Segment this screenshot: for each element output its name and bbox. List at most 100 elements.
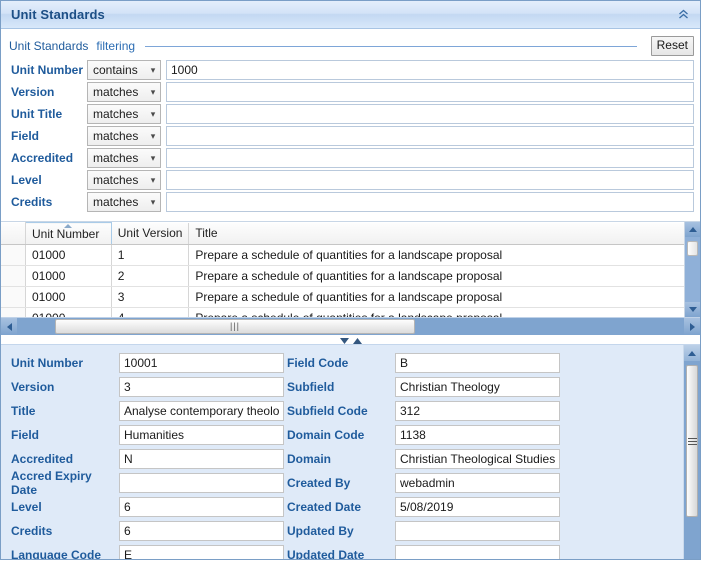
detail-input-unit-number[interactable] [119, 353, 284, 373]
filter-mode-label: filtering [96, 39, 135, 53]
filter-operator-field[interactable]: matches ▾ [87, 126, 161, 146]
filter-label-unit-title: Unit Title [9, 107, 87, 121]
filter-divider-rule [145, 46, 637, 47]
detail-input-field-code[interactable] [395, 353, 560, 373]
detail-label-domain: Domain [285, 452, 395, 466]
triangle-left-icon [7, 323, 12, 331]
results-grid-viewport: Unit Number Unit Version Title 01000 [1, 222, 684, 317]
detail-input-title[interactable] [119, 401, 284, 421]
column-header-unit-number[interactable]: Unit Number [26, 223, 112, 245]
detail-row-updated-date: Updated Date [285, 543, 553, 560]
filter-operator-unit-title[interactable]: matches ▾ [87, 104, 161, 124]
detail-input-level[interactable] [119, 497, 284, 517]
detail-input-accredited[interactable] [119, 449, 284, 469]
detail-input-language-code[interactable] [119, 545, 284, 560]
grid-scroll-track[interactable] [685, 237, 700, 302]
table-row[interactable]: 01000 1 Prepare a schedule of quantities… [1, 245, 684, 266]
filter-input-accredited[interactable] [166, 148, 694, 168]
detail-label-unit-number: Unit Number [9, 356, 119, 370]
column-header-label: Unit Number [32, 227, 99, 241]
filter-operator-accredited[interactable]: matches ▾ [87, 148, 161, 168]
table-row[interactable]: 01000 4 Prepare a schedule of quantities… [1, 308, 684, 318]
filter-operator-value: matches [93, 195, 146, 209]
filter-input-level[interactable] [166, 170, 694, 190]
sort-ascending-icon [64, 224, 72, 228]
detail-scroll-track[interactable] [684, 361, 700, 560]
row-selector-cell[interactable] [1, 287, 26, 308]
scroll-up-button[interactable] [685, 222, 700, 237]
table-row[interactable]: 01000 2 Prepare a schedule of quantities… [1, 266, 684, 287]
filter-input-unit-title[interactable] [166, 104, 694, 124]
row-selector-cell[interactable] [1, 266, 26, 287]
panel-splitter[interactable] [1, 335, 700, 344]
filter-label-credits: Credits [9, 195, 87, 209]
grid-scroll-thumb[interactable] [687, 241, 698, 256]
chevron-down-icon: ▾ [146, 176, 160, 185]
filter-operator-version[interactable]: matches ▾ [87, 82, 161, 102]
chevron-down-icon: ▾ [146, 66, 160, 75]
column-header-title[interactable]: Title [189, 223, 684, 245]
detail-label-created-date: Created Date [285, 500, 395, 514]
grid-hscroll-track[interactable]: ||| [17, 318, 684, 335]
detail-label-language-code: Language Code [9, 548, 119, 560]
detail-vertical-scrollbar[interactable] [683, 345, 700, 560]
cell-unit-number: 01000 [26, 308, 112, 318]
detail-input-subfield[interactable] [395, 377, 560, 397]
results-table: Unit Number Unit Version Title 01000 [1, 222, 684, 317]
detail-input-updated-by[interactable] [395, 521, 560, 541]
detail-input-updated-date[interactable] [395, 545, 560, 560]
results-grid: Unit Number Unit Version Title 01000 [1, 221, 700, 317]
table-row[interactable]: 01000 3 Prepare a schedule of quantities… [1, 287, 684, 308]
detail-input-version[interactable] [119, 377, 284, 397]
row-selector-cell[interactable] [1, 245, 26, 266]
filter-operator-unit-number[interactable]: contains ▾ [87, 60, 161, 80]
detail-input-subfield-code[interactable] [395, 401, 560, 421]
detail-input-created-by[interactable] [395, 473, 560, 493]
detail-form-body: Unit Number Version Title Field Accredit… [1, 345, 683, 560]
filter-input-unit-number[interactable] [166, 60, 694, 80]
triangle-down-icon [689, 307, 697, 312]
detail-label-accredited: Accredited [9, 452, 119, 466]
detail-input-created-date[interactable] [395, 497, 560, 517]
filter-input-version[interactable] [166, 82, 694, 102]
filter-input-field[interactable] [166, 126, 694, 146]
chevron-double-up-icon[interactable] [674, 6, 692, 24]
detail-input-accred-expiry-date[interactable] [119, 473, 284, 493]
cell-title: Prepare a schedule of quantities for a l… [189, 245, 684, 266]
chevron-down-icon: ▾ [146, 110, 160, 119]
detail-label-updated-by: Updated By [285, 524, 395, 538]
detail-input-domain-code[interactable] [395, 425, 560, 445]
detail-scroll-thumb[interactable] [686, 365, 698, 517]
filter-label-unit-number: Unit Number [9, 63, 87, 77]
reset-button[interactable]: Reset [651, 36, 694, 56]
row-selector-cell[interactable] [1, 308, 26, 318]
cell-unit-version: 3 [111, 287, 189, 308]
detail-input-domain[interactable] [395, 449, 560, 469]
column-header-unit-version[interactable]: Unit Version [111, 223, 189, 245]
detail-row-domain: Domain [285, 447, 553, 471]
chevron-down-icon: ▾ [146, 88, 160, 97]
filter-operator-level[interactable]: matches ▾ [87, 170, 161, 190]
grid-vertical-scrollbar[interactable] [684, 222, 700, 317]
detail-input-credits[interactable] [119, 521, 284, 541]
triangle-up-icon [689, 227, 697, 232]
filter-row-unit-number: Unit Number contains ▾ [9, 59, 694, 81]
filter-label-level: Level [9, 173, 87, 187]
scroll-down-button[interactable] [685, 302, 700, 317]
scroll-up-button[interactable] [684, 345, 700, 361]
detail-row-created-date: Created Date [285, 495, 553, 519]
detail-form: Unit Number Version Title Field Accredit… [1, 344, 700, 560]
grid-hscroll-thumb[interactable]: ||| [55, 319, 415, 334]
filter-operator-value: matches [93, 129, 146, 143]
scroll-right-button[interactable] [684, 318, 700, 335]
filter-label-field: Field [9, 129, 87, 143]
filter-input-credits[interactable] [166, 192, 694, 212]
detail-input-field[interactable] [119, 425, 284, 445]
filter-panel: Unit Standards filtering Reset Unit Numb… [1, 29, 700, 217]
scroll-left-button[interactable] [1, 318, 17, 335]
grid-horizontal-scrollbar[interactable]: ||| [1, 317, 700, 335]
filter-operator-credits[interactable]: matches ▾ [87, 192, 161, 212]
detail-label-subfield: Subfield [285, 380, 395, 394]
filter-operator-value: matches [93, 151, 146, 165]
filter-rows: Unit Number contains ▾ Version matches ▾… [9, 59, 694, 213]
